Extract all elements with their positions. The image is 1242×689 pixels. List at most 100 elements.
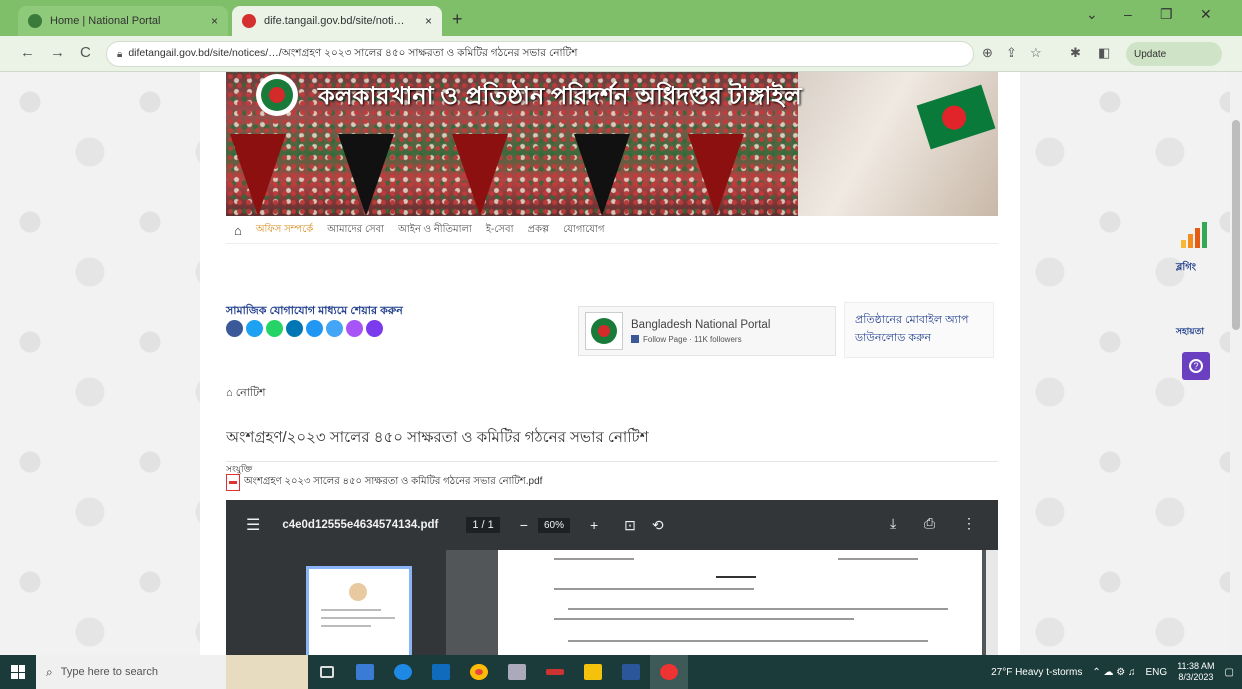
menu-item[interactable]: আমাদের সেবা xyxy=(327,222,384,239)
notification-icon[interactable]: ▢ xyxy=(1225,667,1234,678)
menu-item[interactable]: ই-সেবা xyxy=(486,222,514,239)
fb-page-meta: Follow Page · 11K followers xyxy=(643,334,742,344)
notice-title: অংশগ্রহণ/২০২৩ সালের ৪৫০ সাক্ষরতা ও কমিটি… xyxy=(226,426,998,462)
bangladesh-flag xyxy=(916,84,996,150)
pdf-menu-icon[interactable]: ☰ xyxy=(246,515,260,535)
tray-arrows-icon[interactable]: ⌃ ☁ ⚙ ♫ xyxy=(1092,667,1135,678)
taskbar-search[interactable]: ⌕ Type here to search xyxy=(36,655,226,689)
system-tray: 27°F Heavy t-storms ⌃ ☁ ⚙ ♫ ENG 11:38 AM… xyxy=(991,655,1242,689)
linkedin-icon[interactable] xyxy=(286,320,303,337)
pennant xyxy=(230,134,286,216)
share-icon[interactable] xyxy=(366,320,383,337)
app-icon[interactable] xyxy=(498,655,536,689)
start-button[interactable] xyxy=(0,655,36,689)
pdf-viewer: ☰ c4e0d12555e4634574134.pdf 1 / 1 − 60% … xyxy=(226,500,998,655)
task-view-icon[interactable] xyxy=(308,655,346,689)
help-label[interactable]: সহায়তা xyxy=(1176,324,1204,339)
forward-button[interactable]: → xyxy=(50,44,65,61)
globe-icon xyxy=(28,14,42,28)
lock-icon: 🔒︎ xyxy=(117,48,123,60)
back-button[interactable]: ← xyxy=(20,44,35,61)
pdf-scrollbar[interactable] xyxy=(986,550,998,655)
share-icon[interactable]: ⇪ xyxy=(1006,45,1017,61)
active-app-icon[interactable] xyxy=(650,655,688,689)
whatsapp-icon[interactable] xyxy=(266,320,283,337)
bookmark-star-icon[interactable]: ☆ xyxy=(1030,45,1042,61)
zoom-icon[interactable]: ⊕ xyxy=(982,45,993,61)
rotate-icon[interactable]: ⟲ xyxy=(652,517,664,534)
breadcrumb[interactable]: ⌂ নোটিশ xyxy=(226,384,266,403)
stats-bar xyxy=(1181,240,1186,248)
facebook-icon[interactable] xyxy=(226,320,243,337)
attachment-filename[interactable]: অংশগ্রহণ ২০২৩ সালের ৪৫০ সাক্ষরতা ও কমিটি… xyxy=(244,474,542,491)
government-logo[interactable] xyxy=(256,74,298,116)
more-options-icon[interactable]: ⋮ xyxy=(962,515,976,532)
stats-label[interactable]: ব্লগিং xyxy=(1176,260,1196,277)
extensions-icon[interactable]: ✱ xyxy=(1070,45,1081,61)
stats-icon[interactable] xyxy=(1181,220,1213,248)
close-tab-icon[interactable]: × xyxy=(417,14,432,28)
zoom-out-button[interactable]: − xyxy=(520,517,528,533)
pdf-page xyxy=(498,550,982,655)
print-icon[interactable] xyxy=(326,320,343,337)
side-panel-icon[interactable]: ◧ xyxy=(1098,45,1110,61)
menu-item[interactable]: আইন ও নীতিমালা xyxy=(398,222,472,239)
print-icon[interactable]: ⎙ xyxy=(924,515,935,532)
menu-item[interactable]: অফিস সম্পর্কে xyxy=(256,222,313,239)
search-icon: ⌕ xyxy=(46,664,53,679)
stats-bar xyxy=(1202,222,1207,248)
chrome-icon[interactable] xyxy=(460,655,498,689)
pdf-page-thumbnail[interactable] xyxy=(306,566,412,655)
mail-icon[interactable] xyxy=(422,655,460,689)
notes-icon[interactable] xyxy=(574,655,612,689)
browser-toolbar: ← → C 🔒︎ difetangail.gov.bd/site/notices… xyxy=(0,36,1242,72)
mobile-app-link[interactable]: প্রতিষ্ঠানের মোবাইল অ্যাপ ডাউনলোড করুন xyxy=(844,302,994,358)
menu-item[interactable]: যোগাযোগ xyxy=(563,222,604,239)
download-icon[interactable]: ⤓ xyxy=(890,515,896,532)
pennant xyxy=(338,134,394,216)
windows-icon xyxy=(11,665,25,679)
tab-search-icon[interactable]: ⌄ xyxy=(1086,6,1098,23)
app-icon[interactable] xyxy=(536,655,574,689)
zoom-value-input[interactable]: 60% xyxy=(537,517,570,533)
pdf-page-indicator[interactable]: 1 / 1 xyxy=(466,517,500,533)
new-tab-button[interactable]: + xyxy=(452,9,463,30)
portal-logo xyxy=(585,312,623,350)
site-banner: কলকারখানা ও প্রতিষ্ঠান পরিদর্শন অধিদপ্তর… xyxy=(226,72,998,216)
main-menu: ⌂ অফিস সম্পর্কে আমাদের সেবা আইন ও নীতিমা… xyxy=(226,218,998,244)
twitter-icon[interactable] xyxy=(246,320,263,337)
profile-update-button[interactable]: Update xyxy=(1126,42,1222,66)
file-explorer-icon[interactable] xyxy=(346,655,384,689)
facebook-page-widget[interactable]: Bangladesh National Portal Follow Page ·… xyxy=(578,306,836,356)
fit-page-icon[interactable]: ⊡ xyxy=(624,517,636,534)
pdf-thumbnail-pane xyxy=(226,550,446,655)
scrollbar-thumb[interactable] xyxy=(1232,120,1240,330)
language-indicator[interactable]: ENG xyxy=(1146,667,1168,678)
minimize-button[interactable]: – xyxy=(1124,6,1132,22)
home-icon[interactable]: ⌂ xyxy=(234,223,242,238)
close-window-button[interactable]: ✕ xyxy=(1200,6,1212,23)
attachment-link[interactable]: অংশগ্রহণ ২০২৩ সালের ৪৫০ সাক্ষরতা ও কমিটি… xyxy=(226,474,542,491)
tab-national-portal[interactable]: Home | National Portal × xyxy=(18,6,228,36)
close-tab-icon[interactable]: × xyxy=(203,14,218,28)
tab-notice[interactable]: dife.tangail.gov.bd/site/noti… × xyxy=(232,6,442,36)
reload-button[interactable]: C xyxy=(80,44,91,61)
page-viewport: কলকারখানা ও প্রতিষ্ঠান পরিদর্শন অধিদপ্তর… xyxy=(0,72,1230,655)
help-button[interactable]: ? xyxy=(1182,352,1210,380)
word-icon[interactable] xyxy=(612,655,650,689)
edge-icon[interactable] xyxy=(384,655,422,689)
facebook-icon xyxy=(631,335,639,343)
clock[interactable]: 11:38 AM 8/3/2023 xyxy=(1177,661,1214,683)
address-bar[interactable]: 🔒︎ difetangail.gov.bd/site/notices/…/অংশ… xyxy=(106,41,974,67)
page-scrollbar[interactable] xyxy=(1230,72,1242,655)
weather-widget[interactable]: 27°F Heavy t-storms xyxy=(991,667,1082,678)
menu-item[interactable]: প্রকল্প xyxy=(528,222,550,239)
maximize-button[interactable]: ❐ xyxy=(1160,6,1173,23)
fb-page-name[interactable]: Bangladesh National Portal xyxy=(631,319,770,331)
zoom-in-button[interactable]: + xyxy=(590,517,598,533)
site-favicon-icon xyxy=(242,14,256,28)
email-icon[interactable] xyxy=(306,320,323,337)
help-icon: ? xyxy=(1189,359,1203,373)
search-highlight-image[interactable] xyxy=(226,655,308,689)
messenger-icon[interactable] xyxy=(346,320,363,337)
